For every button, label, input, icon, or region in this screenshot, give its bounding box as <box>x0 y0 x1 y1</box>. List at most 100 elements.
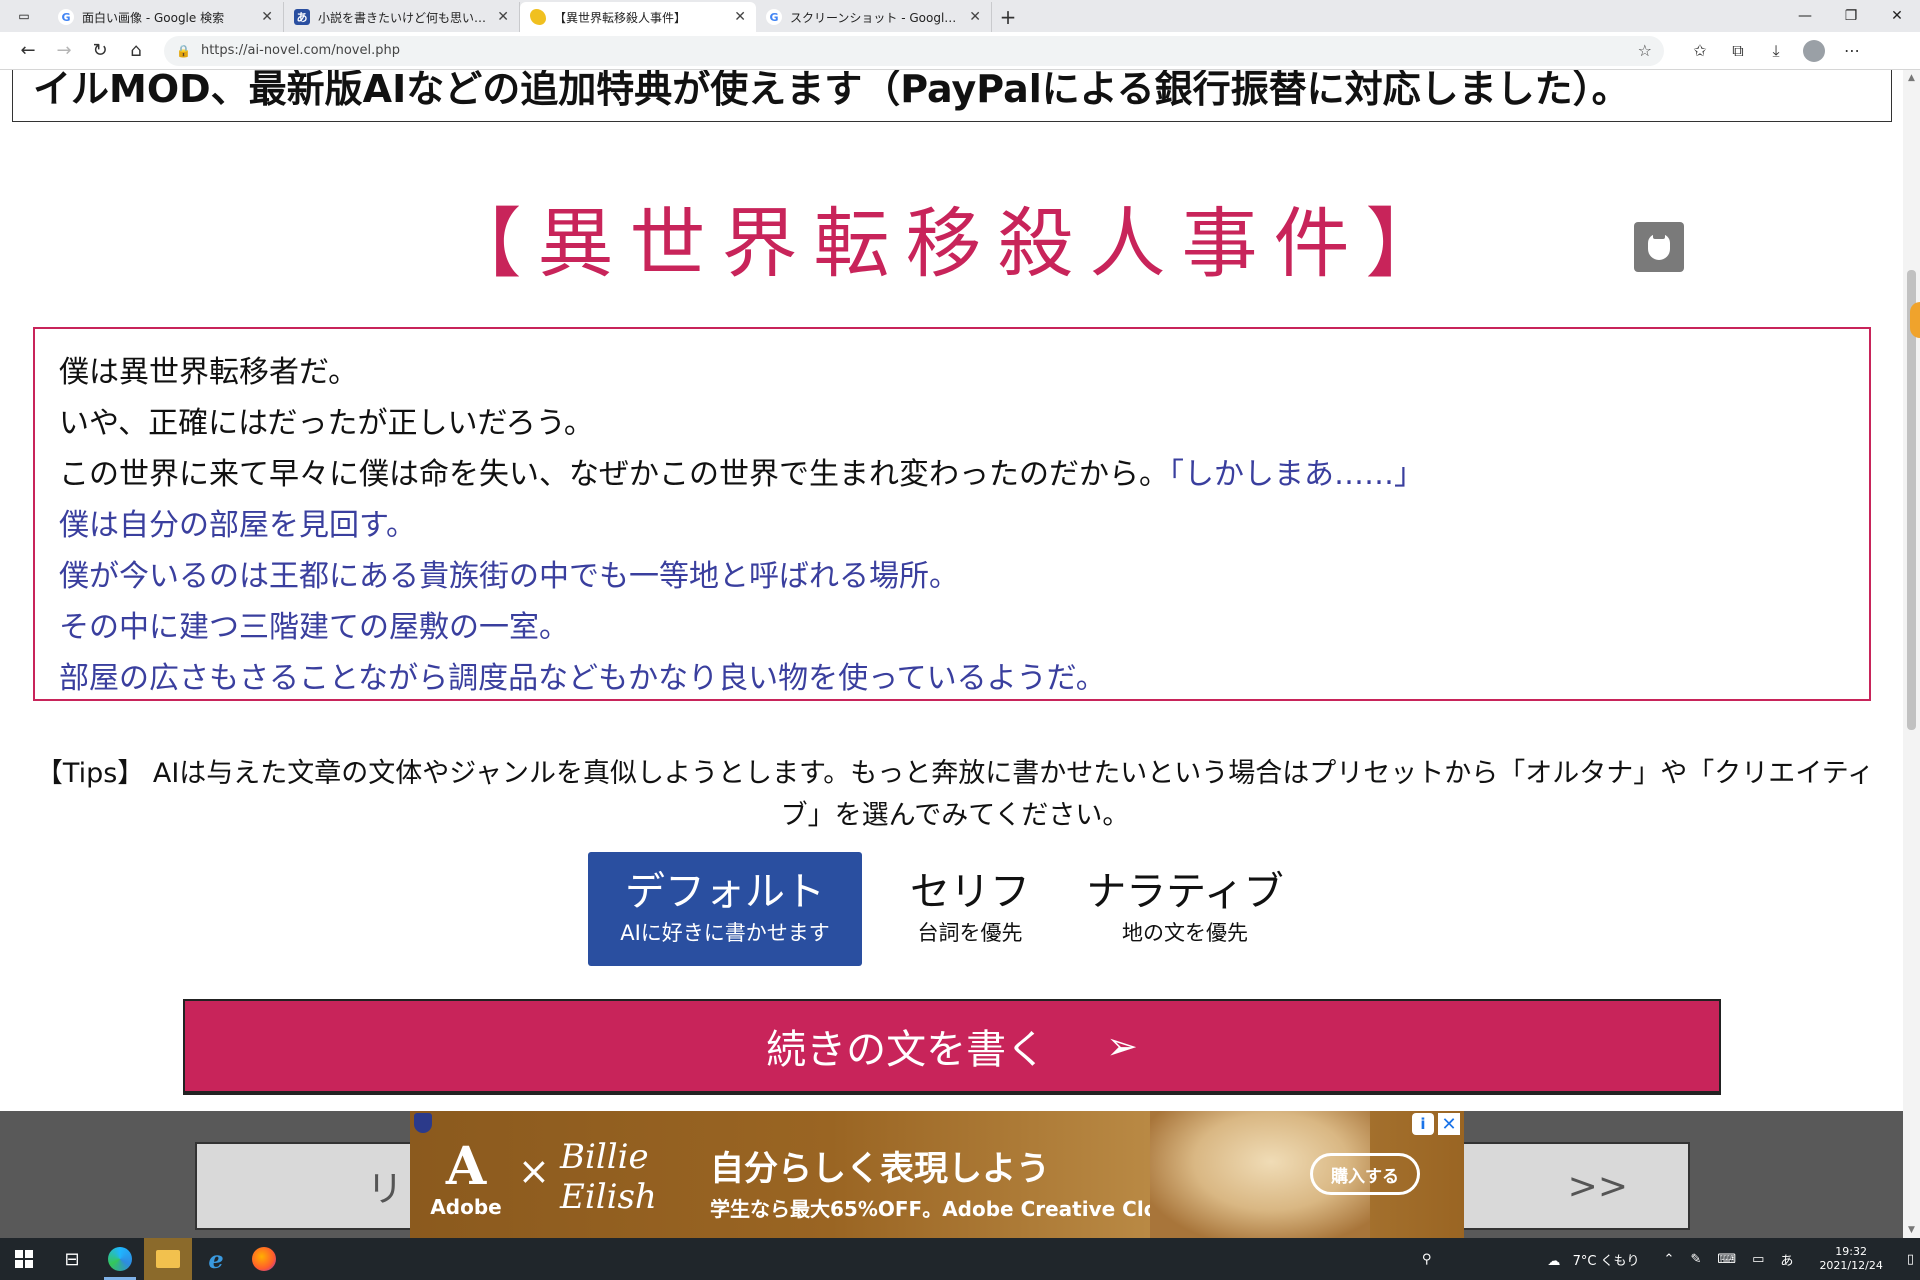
close-icon[interactable]: ✕ <box>497 9 509 25</box>
task-view-button[interactable]: ⊟ <box>48 1238 96 1280</box>
taskbar-ie[interactable]: e <box>192 1238 240 1280</box>
reload-icon: ↻ <box>92 40 108 61</box>
mode-name: セリフ <box>910 869 1030 915</box>
adobe-ad-banner[interactable]: i ✕ A Adobe × Billie Eilish 自分らしく表現しよう 学… <box>410 1111 1464 1238</box>
mode-narrative-button[interactable]: ナラティブ 地の文を優先 <box>1080 852 1290 966</box>
window-close-icon[interactable]: ✕ <box>1874 0 1920 32</box>
ad-buy-button[interactable]: 購入する <box>1310 1153 1420 1195</box>
story-text-box[interactable]: 僕は異世界転移者だ。 いや、正確にはだったが正しいだろう。 この世界に来て早々に… <box>33 327 1871 701</box>
page-scrollbar[interactable]: ▲ ▼ <box>1903 70 1920 1238</box>
close-icon[interactable]: ✕ <box>969 9 981 25</box>
share-button[interactable] <box>1634 222 1684 272</box>
adobe-logo: A Adobe <box>430 1136 501 1225</box>
story-line: いや、正確にはだったが正しいだろう。 <box>59 406 594 441</box>
mode-name: デフォルト <box>625 869 825 915</box>
mode-serif-button[interactable]: セリフ 台詞を優先 <box>880 852 1060 966</box>
ime-indicator[interactable]: あ <box>1772 1250 1801 1269</box>
url-field[interactable]: 🔒 https://ai-novel.com/novel.php ☆ <box>164 35 1664 66</box>
edge-icon <box>108 1247 132 1271</box>
people-icon[interactable]: ⚲ <box>1414 1252 1440 1267</box>
retry-label: リ <box>367 1169 404 1210</box>
forward-arrow-icon: → <box>56 40 72 61</box>
ad-info-icon[interactable]: i <box>1412 1113 1434 1135</box>
back-button[interactable]: ← <box>10 35 46 67</box>
write-continuation-button[interactable]: 続きの文を書く ➢ <box>183 999 1721 1095</box>
clock[interactable]: 19:32 2021/12/24 <box>1801 1245 1900 1273</box>
browser-toolbar: ✩ ⧉ ⤓ ⋯ <box>1682 35 1870 67</box>
adobe-logo-icon: A <box>445 1136 487 1197</box>
collections-icon[interactable]: ⧉ <box>1720 35 1756 67</box>
story-line: この世界に来て早々に僕は命を失い、なぜかこの世界で生まれ変わったのだから。「しか… <box>59 449 1845 500</box>
new-tab-button[interactable]: + <box>992 2 1024 32</box>
clock-date: 2021/12/24 <box>1819 1259 1883 1272</box>
story-line-ai: 僕は自分の部屋を見回す。 <box>59 508 416 543</box>
clock-time: 19:32 <box>1835 1245 1867 1258</box>
google-favicon-icon: G <box>58 9 74 25</box>
close-icon[interactable]: ✕ <box>734 9 746 25</box>
ai-novel-favicon-icon <box>530 9 546 25</box>
ad-headline: 自分らしく表現しよう <box>710 1149 1050 1189</box>
side-panel-tab[interactable] <box>1910 302 1920 338</box>
scroll-down-icon[interactable]: ▼ <box>1903 1222 1920 1238</box>
lock-icon: 🔒 <box>176 43 191 58</box>
close-icon[interactable]: ✕ <box>261 9 273 25</box>
mode-default-button[interactable]: デフォルト AIに好きに書かせます <box>588 852 862 966</box>
premium-banner: イルMOD、最新版AIなどの追加特典が使えます（PayPalによる銀行振替に対応… <box>12 70 1892 122</box>
retry-button[interactable]: リ <box>195 1142 445 1230</box>
weather-widget[interactable]: ☁ 7°C くもり <box>1539 1250 1655 1269</box>
next-label: >> <box>1567 1165 1628 1207</box>
keyboard-icon[interactable]: ⌨ <box>1709 1252 1744 1267</box>
taskbar-explorer[interactable] <box>144 1238 192 1280</box>
scroll-up-icon[interactable]: ▲ <box>1903 70 1920 86</box>
weather-text: 7°C くもり <box>1572 1253 1640 1269</box>
taskbar-edge[interactable] <box>96 1238 144 1280</box>
tab-0[interactable]: G 面白い画像 - Google 検索 ✕ <box>48 2 284 32</box>
mode-name: ナラティブ <box>1086 869 1284 915</box>
profile-button[interactable] <box>1796 35 1832 67</box>
tab-title: 面白い画像 - Google 検索 <box>82 10 225 25</box>
folder-icon <box>156 1250 180 1268</box>
firefox-icon <box>252 1247 276 1271</box>
taskbar-firefox[interactable] <box>240 1238 288 1280</box>
notification-icon[interactable]: ▯ <box>1901 1252 1920 1267</box>
display-icon[interactable]: ▭ <box>1744 1252 1772 1267</box>
privacy-shield-icon <box>414 1113 432 1133</box>
mode-desc: AIに好きに書かせます <box>620 921 830 945</box>
tab-1[interactable]: あ 小説を書きたいけど何も思いつかない ✕ <box>284 2 520 32</box>
google-favicon-icon: G <box>766 9 782 25</box>
minimize-icon[interactable]: — <box>1782 0 1828 32</box>
story-line-ai: その中に建つ三階建ての屋敷の一室。 <box>59 610 569 645</box>
home-icon: ⌂ <box>130 40 142 61</box>
tab-2-active[interactable]: 【異世界転移殺人事件】 ✕ <box>520 2 756 32</box>
story-line: 僕は異世界転移者だ。 <box>59 355 359 390</box>
system-tray: ⚲ ☁ 7°C くもり ⌃ ✎ ⌨ ▭ あ 19:32 2021/12/24 ▯ <box>1414 1238 1920 1280</box>
tab-actions-button[interactable]: ▭ <box>0 0 48 32</box>
mouse-icon <box>1648 231 1670 260</box>
favorites-icon[interactable]: ✩ <box>1682 35 1718 67</box>
address-bar: ← → ↻ ⌂ 🔒 https://ai-novel.com/novel.php… <box>0 32 1920 70</box>
more-menu-icon[interactable]: ⋯ <box>1834 35 1870 67</box>
home-button[interactable]: ⌂ <box>118 35 154 67</box>
mode-selector: デフォルト AIに好きに書かせます セリフ 台詞を優先 ナラティブ 地の文を優先 <box>0 852 1903 966</box>
novel-title: 【異世界転移殺人事件】 <box>445 199 1458 288</box>
start-button[interactable] <box>0 1238 48 1280</box>
scroll-thumb[interactable] <box>1907 270 1916 730</box>
story-line-ai: 部屋の広さもさることながら調度品などもかなり良い物を使っているようだ。 <box>59 661 1106 696</box>
downloads-icon[interactable]: ⤓ <box>1758 35 1794 67</box>
pen-icon[interactable]: ✎ <box>1682 1252 1709 1267</box>
favorite-star-icon[interactable]: ☆ <box>1638 41 1652 60</box>
avatar <box>1803 39 1825 62</box>
reload-button[interactable]: ↻ <box>82 35 118 67</box>
tray-expand-icon[interactable]: ⌃ <box>1656 1252 1683 1267</box>
tab-title: スクリーンショット - Google 検索 <box>790 10 962 25</box>
back-arrow-icon: ← <box>20 40 36 61</box>
url-text: https://ai-novel.com/novel.php <box>200 43 400 58</box>
story-line-human: この世界に来て早々に僕は命を失い、なぜかこの世界で生まれ変わったのだから。 <box>59 457 1169 492</box>
next-button[interactable]: >> <box>1440 1142 1690 1230</box>
ad-close-icon[interactable]: ✕ <box>1438 1113 1460 1135</box>
ad-artist-name: Billie Eilish <box>560 1137 657 1217</box>
forward-button[interactable]: → <box>46 35 82 67</box>
send-arrow-icon: ➢ <box>1106 1024 1138 1068</box>
restore-icon[interactable]: ❐ <box>1828 0 1874 32</box>
tab-3[interactable]: G スクリーンショット - Google 検索 ✕ <box>756 2 992 32</box>
